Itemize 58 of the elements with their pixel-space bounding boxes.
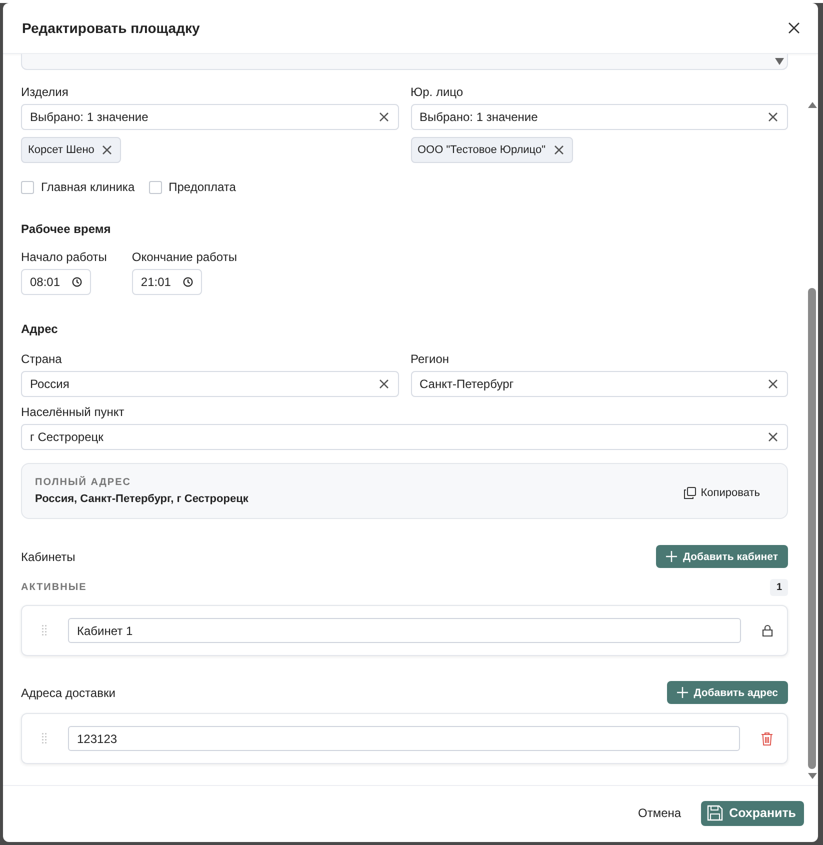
cancel-button[interactable]: Отмена — [632, 805, 688, 821]
text-field[interactable]: Выбрано: 1 значение — [410, 104, 788, 130]
text-field[interactable]: Кабинет 1 — [68, 618, 741, 643]
checkbox-label: Главная клиника — [41, 180, 135, 194]
field-label: Регион — [410, 352, 450, 366]
drag-handle-icon[interactable] — [42, 732, 47, 744]
field-label: Населённый пункт — [21, 405, 126, 419]
clear-icon[interactable] — [768, 112, 778, 122]
checkbox[interactable] — [21, 180, 34, 194]
plus-icon — [676, 687, 688, 698]
copy-icon — [684, 487, 696, 499]
scrollbar-thumb[interactable] — [808, 288, 816, 769]
text-field[interactable]: Выбрано: 1 значение — [21, 104, 398, 130]
clear-icon[interactable] — [378, 112, 388, 122]
time-field[interactable]: 21:01 — [132, 269, 202, 295]
checkbox[interactable] — [148, 180, 162, 194]
dialog-title: Редактировать площадку — [22, 20, 200, 36]
clear-icon[interactable] — [378, 379, 388, 389]
close-button[interactable] — [788, 22, 800, 34]
tag-chip: Корсет Шено — [21, 137, 122, 163]
text-field[interactable]: Россия — [21, 371, 398, 397]
save-button[interactable]: Сохранить — [701, 800, 804, 826]
text-field[interactable]: г Сестрорецк — [21, 424, 788, 450]
copy-button[interactable]: Копировать — [678, 481, 766, 505]
field-label: Страна — [21, 352, 63, 366]
field-label: Юр. лицо — [410, 85, 464, 99]
field-label: Окончание работы — [132, 250, 237, 264]
clear-icon[interactable] — [768, 379, 778, 389]
lock-icon[interactable] — [762, 624, 773, 637]
clock-icon — [182, 277, 193, 287]
add-cabinet-button[interactable]: Добавить кабинет — [656, 545, 788, 568]
section-title: Адреса доставки — [21, 686, 116, 700]
text-field[interactable]: Санкт-Петербург — [410, 371, 788, 397]
field-label: Изделия — [21, 85, 70, 99]
section-title: Кабинеты — [21, 550, 76, 564]
drag-handle-icon[interactable] — [42, 624, 47, 636]
clock-icon — [72, 277, 82, 287]
scroll-up-icon[interactable] — [808, 102, 816, 108]
time-field[interactable]: 08:01 — [21, 269, 91, 295]
remove-icon[interactable] — [102, 145, 112, 155]
add-address-button[interactable]: Добавить адрес — [666, 681, 788, 704]
clear-icon[interactable] — [768, 432, 778, 442]
scroll-down-icon[interactable] — [808, 773, 816, 779]
plus-icon — [666, 551, 677, 562]
dropdown-arrow-icon — [775, 58, 784, 65]
card-caption: ПОЛНЫЙ АДРЕС — [35, 477, 132, 488]
tag-chip: ООО "Тестовое Юрлицо" — [410, 137, 573, 163]
count-badge: 1 — [770, 579, 788, 596]
section-title: Адрес — [21, 322, 59, 336]
group-label: АКТИВНЫЕ — [21, 582, 87, 593]
text-field[interactable]: 123123 — [68, 726, 740, 751]
dropdown-field[interactable] — [21, 54, 788, 70]
trash-icon[interactable] — [761, 732, 773, 746]
checkbox-label: Предоплата — [168, 180, 236, 194]
remove-icon[interactable] — [554, 145, 564, 155]
full-address-text: Россия, Санкт-Петербург, г Сестрорецк — [35, 493, 248, 505]
field-label: Начало работы — [21, 250, 107, 264]
section-title: Рабочее время — [21, 222, 112, 236]
